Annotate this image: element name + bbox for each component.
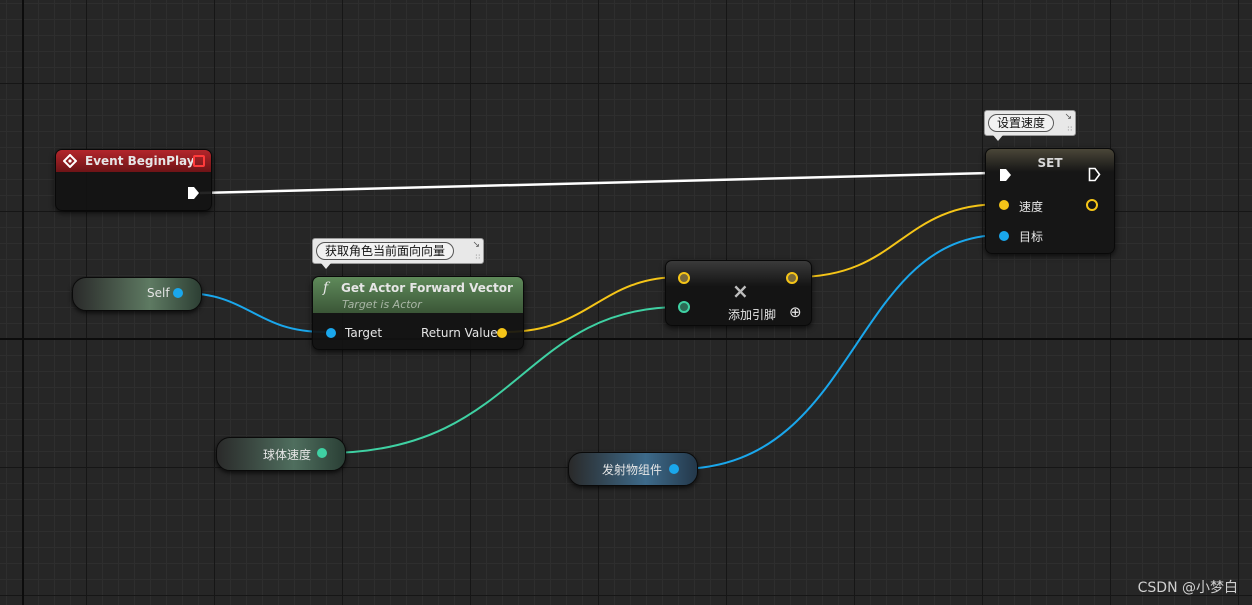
self-to-target-wire[interactable] <box>181 292 326 333</box>
set-speed-comment-text: 设置速度 <box>988 114 1055 132</box>
event-beginplay-node[interactable]: Event BeginPlay <box>55 149 212 211</box>
add-pin-label[interactable]: 添加引脚 <box>728 306 776 323</box>
speed-output-pin[interactable] <box>1086 199 1098 211</box>
self-label: Self <box>147 286 170 300</box>
comment-tail <box>321 263 331 269</box>
projectile-component-label: 发射物组件 <box>602 463 663 477</box>
delegate-square-icon[interactable] <box>193 155 205 167</box>
comment-collapse-icon[interactable]: ∷ <box>476 254 480 261</box>
multiply-icon: × <box>732 279 749 303</box>
speed-pin-label: 速度 <box>1019 200 1044 214</box>
get-actor-forward-vector-node[interactable]: f Get Actor Forward Vector Target is Act… <box>312 276 524 350</box>
exec-wire[interactable] <box>199 171 991 195</box>
set-exec-out-pin[interactable] <box>1088 167 1101 182</box>
function-node-title: Get Actor Forward Vector <box>341 281 513 295</box>
target-pin-label: 目标 <box>1019 230 1044 244</box>
sphere-speed-label: 球体速度 <box>263 448 312 462</box>
projectile-component-node[interactable]: 发射物组件 <box>568 452 698 486</box>
forward-to-multiply-wire[interactable] <box>504 276 681 333</box>
pushpin-icon[interactable]: ↘ <box>472 241 480 250</box>
set-speed-comment[interactable]: 设置速度 ↘ ∷ <box>984 110 1076 141</box>
speed-input-pin[interactable] <box>999 200 1009 210</box>
forward-vector-comment-text: 获取角色当前面向向量 <box>316 242 455 260</box>
return-value-pin-label: Return Value <box>421 326 498 340</box>
event-node-header: Event BeginPlay <box>56 150 211 172</box>
multiply-to-speed-wire[interactable] <box>795 203 1003 278</box>
grid-axis-vertical <box>22 0 24 605</box>
comment-tail <box>993 135 1003 141</box>
exec-out-pin[interactable] <box>187 186 200 200</box>
target-pin-label: Target <box>345 326 383 340</box>
self-output-pin[interactable] <box>173 288 183 298</box>
return-value-output-pin[interactable] <box>497 328 507 338</box>
multiply-output-pin[interactable] <box>786 272 798 284</box>
sphere-speed-node[interactable]: 球体速度 <box>216 437 346 471</box>
set-node[interactable]: SET 速度 目标 <box>985 148 1115 254</box>
self-node[interactable]: Self <box>72 277 202 311</box>
function-node-subtitle: Target is Actor <box>342 298 422 311</box>
multiply-input-a-pin[interactable] <box>678 272 690 284</box>
target-input-pin[interactable] <box>999 231 1009 241</box>
sphere-speed-output-pin[interactable] <box>317 448 327 458</box>
watermark: CSDN @小梦白 <box>1137 580 1238 596</box>
multiply-input-b-pin[interactable] <box>678 301 690 313</box>
pushpin-icon[interactable]: ↘ <box>1064 113 1072 122</box>
comment-collapse-icon[interactable]: ∷ <box>1068 126 1072 133</box>
event-diamond-icon <box>63 154 77 168</box>
forward-vector-comment[interactable]: 获取角色当前面向向量 ↘ ∷ <box>312 238 484 269</box>
set-exec-in-pin[interactable] <box>999 168 1012 182</box>
function-node-header: f Get Actor Forward Vector Target is Act… <box>313 277 523 313</box>
event-node-title: Event BeginPlay <box>85 154 195 168</box>
multiply-node[interactable]: × 添加引脚 ⊕ <box>665 260 812 326</box>
target-input-pin[interactable] <box>326 328 336 338</box>
grid-axis-horizontal <box>0 338 1252 340</box>
add-pin-icon[interactable]: ⊕ <box>789 303 802 321</box>
function-icon: f <box>323 280 329 296</box>
projectile-output-pin[interactable] <box>669 464 679 474</box>
